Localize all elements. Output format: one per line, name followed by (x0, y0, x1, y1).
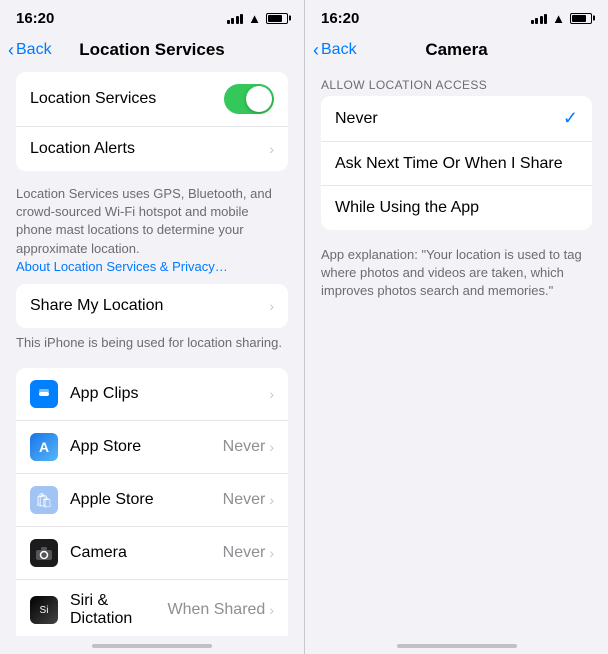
location-alerts-row[interactable]: Location Alerts › (16, 127, 288, 171)
location-alerts-label: Location Alerts (30, 140, 269, 158)
option-never-label: Never (335, 110, 563, 128)
app-store-value: Never (223, 438, 266, 456)
content-right: ALLOW LOCATION ACCESS Never ✓ Ask Next T… (305, 72, 608, 636)
share-my-location-label: Share My Location (30, 297, 269, 315)
apps-card: App Clips › A App Store Never › 🛍 (16, 368, 288, 636)
camera-value: Never (223, 544, 266, 562)
wifi-icon-right: ▲ (552, 11, 565, 26)
location-description: Location Services uses GPS, Bluetooth, a… (0, 179, 304, 284)
back-chevron-right: ‹ (313, 41, 319, 59)
siri-chevron: › (269, 602, 274, 618)
nav-bar-left: ‹ Back Location Services (0, 32, 304, 72)
checkmark-icon: ✓ (563, 108, 578, 129)
share-my-location-row[interactable]: Share My Location › (16, 284, 288, 328)
app-store-label: App Store (70, 438, 223, 456)
apple-store-chevron: › (269, 492, 274, 508)
location-services-card: Location Services Location Alerts › (16, 72, 288, 171)
nav-title-right: Camera (425, 40, 487, 60)
apple-store-value: Never (223, 491, 266, 509)
share-location-desc: This iPhone is being used for location s… (0, 328, 304, 360)
wifi-icon: ▲ (248, 11, 261, 26)
apple-store-label: Apple Store (70, 491, 223, 509)
location-options-card: Never ✓ Ask Next Time Or When I Share Wh… (321, 96, 592, 230)
back-label-right: Back (321, 41, 357, 59)
status-bar-right: 16:20 ▲ (305, 0, 608, 32)
list-item[interactable]: 🛍 Apple Store Never › (16, 474, 288, 527)
battery-icon-right (570, 13, 592, 24)
home-indicator-left (92, 644, 212, 648)
share-location-chevron: › (269, 298, 274, 314)
option-never[interactable]: Never ✓ (321, 96, 592, 142)
back-label-left: Back (16, 41, 52, 59)
app-explanation: App explanation: "Your location is used … (305, 238, 608, 309)
list-item[interactable]: A App Store Never › (16, 421, 288, 474)
nav-bar-right: ‹ Back Camera (305, 32, 608, 72)
status-icons-right: ▲ (531, 11, 592, 26)
back-button-left[interactable]: ‹ Back (8, 41, 52, 59)
share-location-card: Share My Location › (16, 284, 288, 328)
allow-location-section: ALLOW LOCATION ACCESS Never ✓ Ask Next T… (305, 72, 608, 230)
status-icons-left: ▲ (227, 11, 288, 26)
toggle-thumb (246, 86, 272, 112)
content-left: Location Services Location Alerts › Loca… (0, 72, 304, 636)
home-indicator-right (397, 644, 517, 648)
list-item[interactable]: App Clips › (16, 368, 288, 421)
location-services-toggle[interactable] (224, 84, 274, 114)
option-ask-next-time[interactable]: Ask Next Time Or When I Share (321, 142, 592, 186)
signal-icon (227, 12, 244, 24)
apps-section: App Clips › A App Store Never › 🛍 (0, 368, 304, 636)
camera-screen: 16:20 ▲ ‹ Back Camera ALLOW LOCATION ACC… (304, 0, 608, 654)
camera-icon (30, 539, 58, 567)
status-time-left: 16:20 (16, 10, 54, 27)
signal-icon-right (531, 12, 548, 24)
camera-label: Camera (70, 544, 223, 562)
list-item[interactable]: Si Siri & Dictation When Shared › (16, 580, 288, 636)
location-services-screen: 16:20 ▲ ‹ Back Location Services (0, 0, 304, 654)
back-chevron-left: ‹ (8, 41, 14, 59)
apple-store-icon: 🛍 (30, 486, 58, 514)
battery-icon (266, 13, 288, 24)
location-alerts-chevron: › (269, 141, 274, 157)
option-while-using[interactable]: While Using the App (321, 186, 592, 230)
nav-title-left: Location Services (79, 40, 225, 60)
siri-label: Siri & Dictation (70, 592, 167, 628)
app-clips-label: App Clips (70, 385, 269, 403)
app-store-chevron: › (269, 439, 274, 455)
location-privacy-link[interactable]: About Location Services & Privacy… (16, 259, 228, 274)
app-clips-icon (30, 380, 58, 408)
option-ask-label: Ask Next Time Or When I Share (335, 155, 578, 173)
back-button-right[interactable]: ‹ Back (313, 41, 357, 59)
app-clips-chevron: › (269, 386, 274, 402)
location-services-label: Location Services (30, 90, 224, 108)
status-time-right: 16:20 (321, 10, 359, 27)
option-while-using-label: While Using the App (335, 199, 578, 217)
location-services-row[interactable]: Location Services (16, 72, 288, 127)
siri-value: When Shared (167, 601, 265, 619)
status-bar-left: 16:20 ▲ (0, 0, 304, 32)
siri-icon: Si (30, 596, 58, 624)
share-location-section: Share My Location › This iPhone is being… (0, 284, 304, 360)
camera-chevron: › (269, 545, 274, 561)
location-services-section: Location Services Location Alerts › (0, 72, 304, 171)
app-store-icon: A (30, 433, 58, 461)
list-item[interactable]: Camera Never › (16, 527, 288, 580)
allow-location-label: ALLOW LOCATION ACCESS (305, 72, 608, 96)
